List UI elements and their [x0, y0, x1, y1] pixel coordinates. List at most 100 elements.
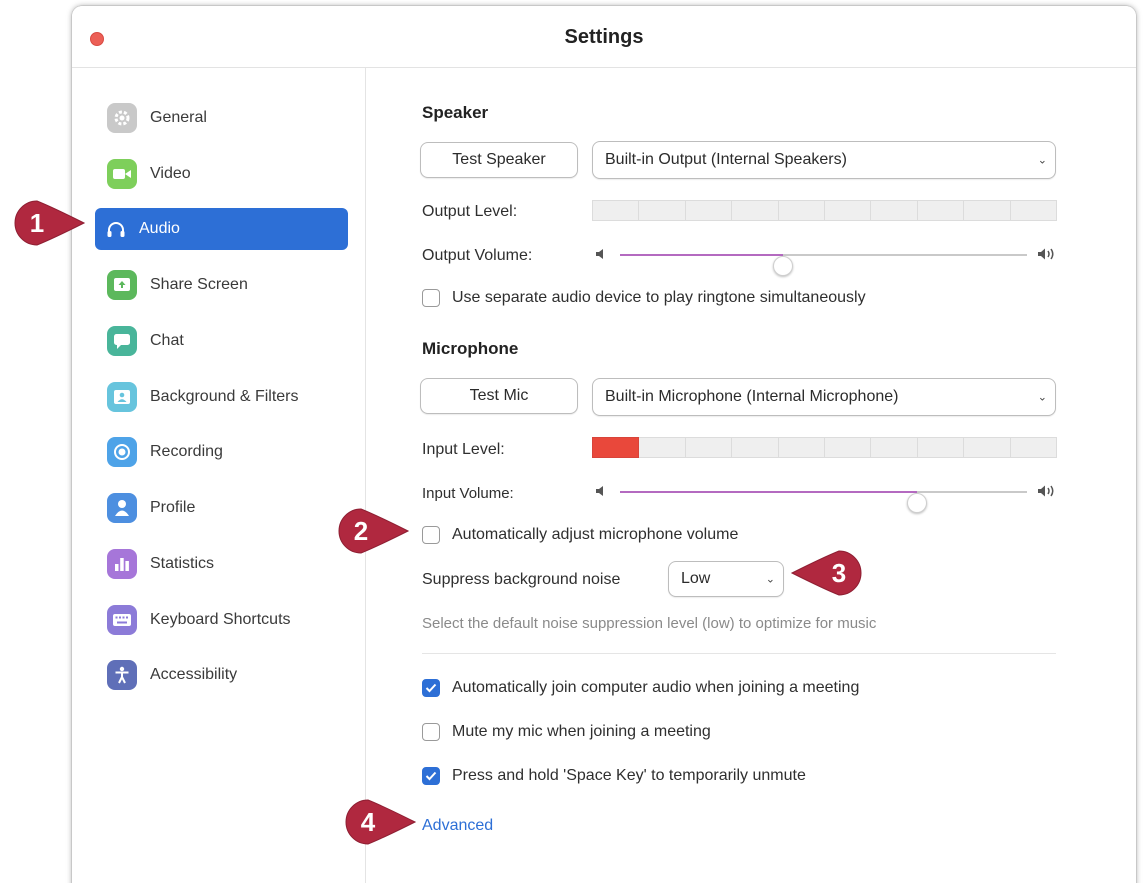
auto-adjust-option[interactable]: Automatically adjust microphone volume	[422, 526, 738, 544]
suppress-noise-label: Suppress background noise	[422, 571, 621, 588]
level-meter-segment	[639, 437, 686, 458]
speaker-high-icon	[1038, 248, 1054, 260]
sidebar-item-share-screen[interactable]: Share Screen	[95, 264, 348, 306]
test-speaker-button[interactable]: Test Speaker	[420, 142, 578, 178]
speaker-low-icon	[596, 486, 603, 496]
mute-mic-checkbox[interactable]	[422, 723, 440, 741]
input-level-meter	[592, 437, 1058, 458]
level-meter-segment	[964, 437, 1011, 458]
speaker-high-icon	[1038, 485, 1054, 497]
level-meter-segment	[871, 200, 918, 221]
microphone-section-title: Microphone	[422, 339, 519, 358]
callout-number: 4	[360, 807, 376, 837]
sidebar-item-label: Profile	[150, 499, 196, 516]
microphone-device-value: Built-in Microphone (Internal Microphone…	[605, 388, 899, 405]
slider-fill	[620, 254, 783, 256]
slider-track	[620, 254, 1027, 276]
slider-fill	[620, 491, 918, 493]
suppress-noise-select[interactable]: Low ⌄	[668, 561, 784, 597]
callout-number: 3	[831, 558, 847, 588]
level-meter-segment	[639, 200, 686, 221]
level-meter-segment	[685, 437, 733, 458]
output-volume-slider[interactable]	[592, 243, 1057, 276]
sidebar-item-general[interactable]: General	[95, 97, 348, 139]
speaker-device-select[interactable]: Built-in Output (Internal Speakers) ⌄	[592, 141, 1056, 179]
level-meter-segment	[917, 437, 965, 458]
level-meter-segment	[732, 437, 779, 458]
sidebar-item-profile[interactable]: Profile	[95, 487, 348, 529]
suppress-noise-value: Low	[681, 570, 711, 587]
record-icon	[107, 437, 137, 467]
sidebar-item-label: Share Screen	[150, 276, 248, 293]
sidebar-item-chat[interactable]: Chat	[95, 320, 348, 362]
accessibility-icon	[107, 660, 137, 690]
sidebar-item-label: Keyboard Shortcuts	[150, 611, 291, 628]
keyboard-icon	[107, 605, 137, 635]
sidebar-item-keyboard-shortcuts[interactable]: Keyboard Shortcuts	[95, 599, 348, 641]
speaker-device-value: Built-in Output (Internal Speakers)	[605, 151, 847, 168]
bar-chart-icon	[107, 549, 137, 579]
title-bar: Settings	[72, 6, 1136, 68]
output-level-label: Output Level:	[422, 203, 518, 220]
sidebar-item-audio[interactable]: Audio	[95, 208, 348, 250]
ringtone-checkbox-label: Use separate audio device to play ringto…	[452, 289, 866, 306]
sidebar-item-label: Video	[150, 165, 191, 182]
output-volume-label: Output Volume:	[422, 247, 533, 264]
level-meter-segment	[917, 200, 965, 221]
sidebar-item-recording[interactable]: Recording	[95, 431, 348, 473]
callout-marker-2: 2	[336, 507, 410, 555]
level-meter-segment	[778, 200, 826, 221]
level-meter-segment	[685, 200, 733, 221]
share-screen-icon	[107, 270, 137, 300]
audio-settings-panel: Speaker Test Speaker Built-in Output (In…	[366, 68, 1136, 883]
advanced-link[interactable]: Advanced	[422, 817, 493, 835]
callout-marker-3: 3	[790, 549, 864, 597]
chat-bubble-icon	[107, 326, 137, 356]
sidebar-item-label: Accessibility	[150, 666, 238, 683]
space-unmute-option[interactable]: Press and hold 'Space Key' to temporaril…	[422, 767, 806, 785]
microphone-device-select[interactable]: Built-in Microphone (Internal Microphone…	[592, 378, 1056, 416]
level-meter-segment	[1010, 200, 1058, 221]
test-mic-button[interactable]: Test Mic	[420, 378, 578, 414]
callout-number: 1	[29, 208, 45, 238]
auto-adjust-checkbox-label: Automatically adjust microphone volume	[452, 526, 739, 543]
space-unmute-checkbox[interactable]	[422, 767, 440, 785]
auto-join-audio-option[interactable]: Automatically join computer audio when j…	[422, 679, 859, 697]
settings-window: Settings General Video Audio Share Scree…	[72, 6, 1136, 883]
background-person-icon	[107, 382, 137, 412]
level-meter-segment	[778, 437, 826, 458]
level-meter-segment	[1010, 437, 1058, 458]
level-meter-segment	[964, 200, 1011, 221]
level-meter-segment	[825, 200, 872, 221]
sidebar-item-background-filters[interactable]: Background & Filters	[95, 376, 348, 418]
auto-join-audio-label: Automatically join computer audio when j…	[452, 679, 860, 696]
slider-thumb[interactable]	[907, 493, 928, 513]
suppress-noise-hint: Select the default noise suppression lev…	[422, 615, 877, 632]
sidebar-item-label: Statistics	[150, 555, 215, 572]
sidebar-item-label: Recording	[150, 443, 223, 460]
input-volume-slider[interactable]	[592, 480, 1057, 513]
ringtone-checkbox[interactable]	[422, 289, 440, 307]
slider-track	[620, 491, 1027, 513]
divider	[422, 653, 1056, 654]
sidebar-item-label: Audio	[139, 220, 180, 237]
sidebar-item-label: Chat	[150, 332, 184, 349]
sidebar-item-video[interactable]: Video	[95, 153, 348, 195]
auto-join-audio-checkbox[interactable]	[422, 679, 440, 697]
slider-thumb[interactable]	[772, 256, 793, 276]
sidebar-item-statistics[interactable]: Statistics	[95, 543, 348, 585]
person-icon	[107, 493, 137, 523]
callout-number: 2	[353, 516, 369, 546]
mute-mic-option[interactable]: Mute my mic when joining a meeting	[422, 723, 711, 741]
ringtone-option[interactable]: Use separate audio device to play ringto…	[422, 289, 866, 307]
chevron-down-icon: ⌄	[1037, 154, 1047, 167]
level-meter-segment	[825, 437, 872, 458]
output-level-meter	[592, 200, 1058, 221]
gear-icon	[107, 103, 137, 133]
speaker-low-icon	[596, 249, 603, 259]
sidebar-item-accessibility[interactable]: Accessibility	[95, 654, 348, 696]
callout-marker-4: 4	[343, 798, 417, 846]
auto-adjust-checkbox[interactable]	[422, 526, 440, 544]
level-meter-segment	[732, 200, 779, 221]
input-volume-label: Input Volume:	[422, 485, 514, 502]
